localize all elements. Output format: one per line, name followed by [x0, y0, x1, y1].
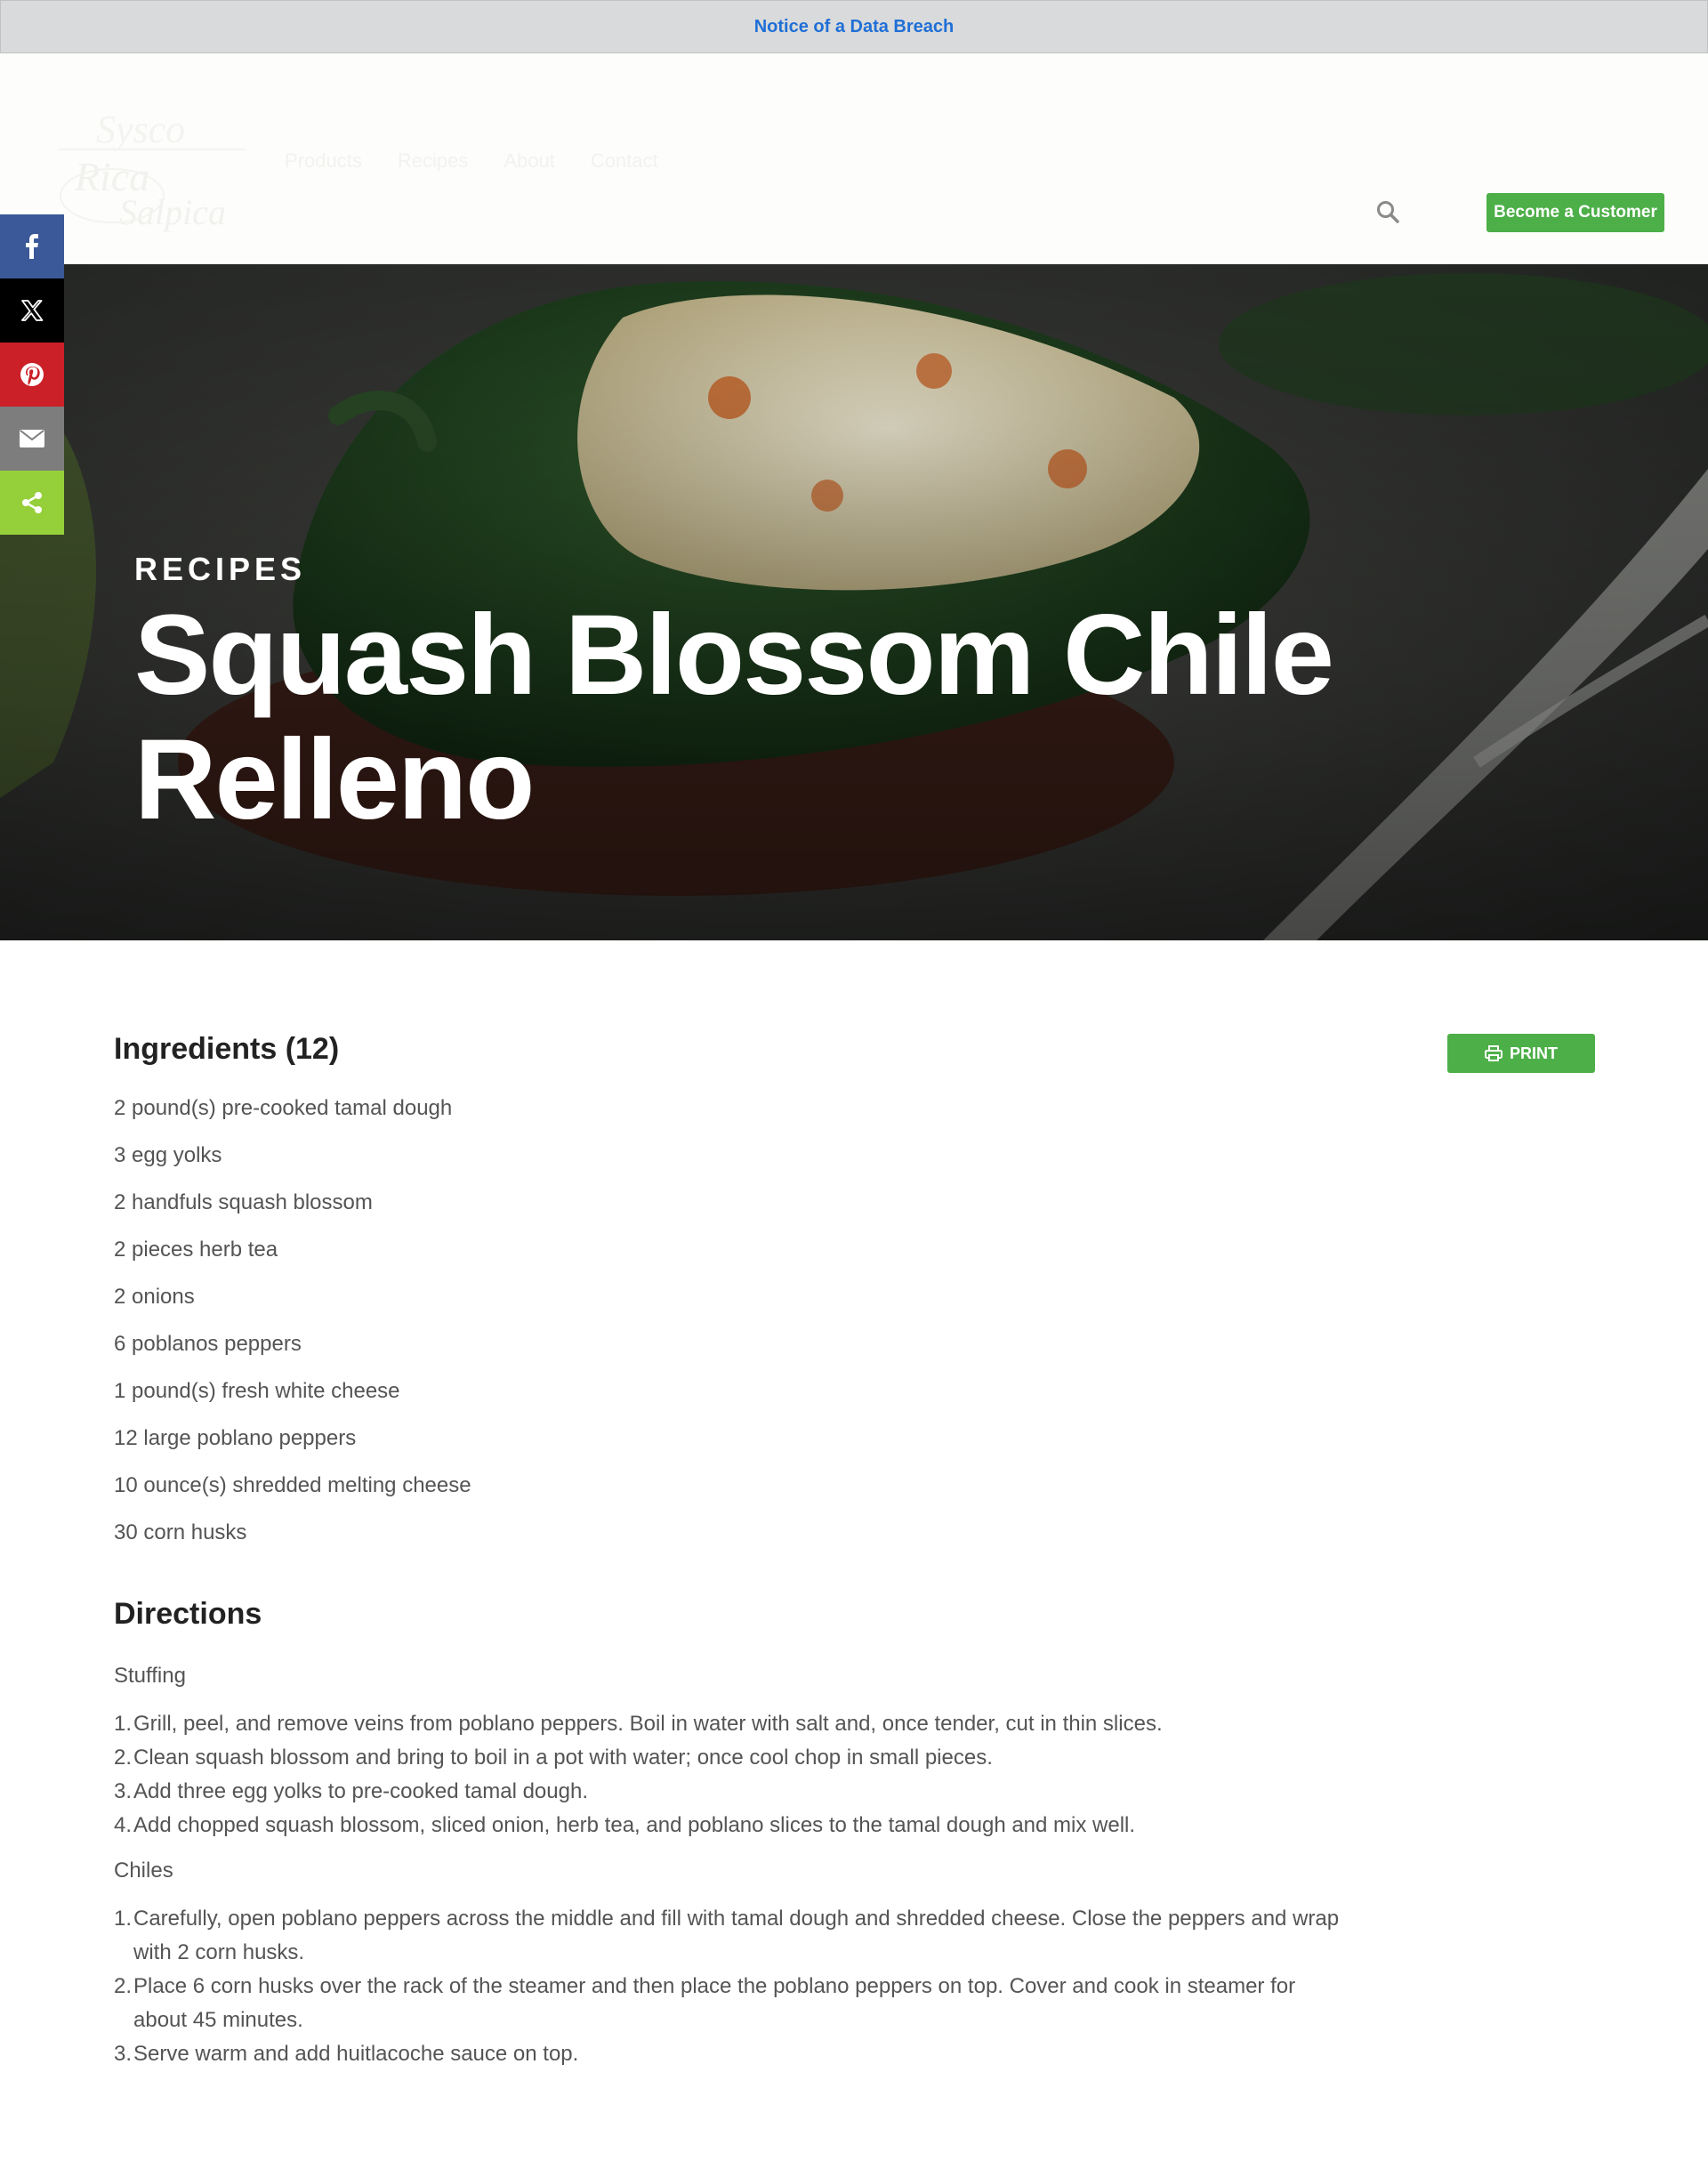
chiles-steps: 1.Carefully, open poblano peppers across…	[114, 1902, 1341, 2071]
hero-banner: RECIPES Squash Blossom Chile Relleno	[0, 264, 1708, 940]
ingredient-item: 1 pound(s) fresh white cheese	[114, 1379, 400, 1403]
x-icon	[21, 300, 44, 321]
email-share-button[interactable]	[0, 407, 64, 471]
svg-text:Salpica: Salpica	[119, 192, 226, 232]
nav-item[interactable]: About	[504, 149, 555, 173]
direction-step: 1.Grill, peel, and remove veins from pob…	[114, 1712, 1163, 1736]
nav-item[interactable]: Recipes	[398, 149, 468, 173]
directions-heading: Directions	[114, 1597, 262, 1631]
direction-step-text: Add three egg yolks to pre-cooked tamal …	[133, 1779, 588, 1803]
ingredients-heading: Ingredients (12)	[114, 1032, 340, 1066]
direction-step: 4.Add chopped squash blossom, sliced oni…	[114, 1813, 1136, 1837]
data-breach-notice-link[interactable]: Notice of a Data Breach	[754, 17, 955, 37]
social-share-bar	[0, 214, 64, 535]
ingredient-item: 12 large poblano peppers	[114, 1426, 357, 1450]
pinterest-icon	[20, 363, 44, 386]
stuffing-steps: 1.Grill, peel, and remove veins from pob…	[114, 1707, 1341, 1842]
ingredient-item: 3 egg yolks	[114, 1143, 222, 1167]
notice-bar: Notice of a Data Breach	[0, 0, 1708, 53]
logo-graphic: Sysco Rica Salpica	[59, 108, 246, 232]
site-header: Sysco Rica Salpica Products Recipes Abou…	[0, 53, 1708, 264]
email-icon	[20, 430, 44, 447]
direction-step-text: Grill, peel, and remove veins from pobla…	[133, 1712, 1163, 1736]
directions-section-label: Chiles	[114, 1859, 173, 1883]
direction-step-text: Clean squash blossom and bring to boil i…	[133, 1746, 993, 1770]
nav-item[interactable]: Products	[285, 149, 362, 173]
direction-step-text: Carefully, open poblano peppers across t…	[133, 1907, 1340, 1964]
direction-step: 3.Add three egg yolks to pre-cooked tama…	[114, 1779, 588, 1803]
search-icon	[1377, 201, 1399, 223]
direction-step: 1.Carefully, open poblano peppers across…	[114, 1907, 1340, 1964]
ingredient-item: 6 poblanos peppers	[114, 1332, 302, 1356]
directions-section-label: Stuffing	[114, 1664, 186, 1688]
search-button[interactable]	[1370, 194, 1406, 230]
ingredient-item: 30 corn husks	[114, 1520, 247, 1544]
page-title: Squash Blossom Chile Relleno	[134, 592, 1334, 843]
share-icon	[22, 492, 42, 513]
x-share-button[interactable]	[0, 278, 64, 343]
site-logo[interactable]: Sysco Rica Salpica	[50, 91, 263, 233]
svg-text:Sysco: Sysco	[96, 108, 185, 151]
ingredient-item: 2 pieces herb tea	[114, 1238, 278, 1262]
direction-step: 2.Clean squash blossom and bring to boil…	[114, 1746, 993, 1770]
direction-step-text: Add chopped squash blossom, sliced onion…	[133, 1813, 1136, 1837]
ingredient-list: 2 pound(s) pre-cooked tamal dough 3 egg …	[114, 1094, 471, 1566]
direction-step: 3.Serve warm and add huitlacoche sauce o…	[114, 2042, 579, 2066]
pinterest-share-button[interactable]	[0, 343, 64, 407]
facebook-share-button[interactable]	[0, 214, 64, 278]
nav-item[interactable]: Contact	[591, 149, 658, 173]
print-button[interactable]: PRINT	[1447, 1034, 1595, 1073]
become-customer-button[interactable]: Become a Customer	[1486, 193, 1664, 232]
printer-icon	[1485, 1045, 1503, 1061]
facebook-icon	[26, 234, 38, 259]
print-label: PRINT	[1510, 1044, 1558, 1062]
ingredient-item: 10 ounce(s) shredded melting cheese	[114, 1473, 471, 1497]
hero-eyebrow: RECIPES	[134, 551, 307, 587]
direction-step: 2.Place 6 corn husks over the rack of th…	[114, 1974, 1296, 2032]
more-share-button[interactable]	[0, 471, 64, 535]
main-nav: Products Recipes About Contact	[285, 149, 658, 173]
ingredient-item: 2 onions	[114, 1285, 195, 1309]
direction-step-text: Serve warm and add huitlacoche sauce on …	[133, 2042, 579, 2066]
ingredient-item: 2 pound(s) pre-cooked tamal dough	[114, 1096, 453, 1120]
direction-step-text: Place 6 corn husks over the rack of the …	[133, 1974, 1296, 2032]
ingredient-item: 2 handfuls squash blossom	[114, 1190, 373, 1214]
